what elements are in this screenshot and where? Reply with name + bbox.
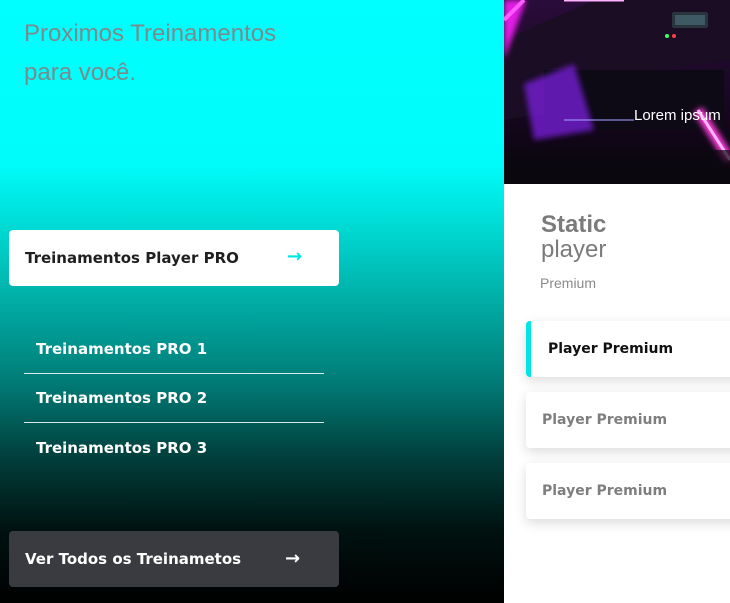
player-premium-card-3[interactable]: Player Premium [526,463,730,519]
card-label: Player Premium [548,341,674,357]
training-list: Treinamentos PRO 1 Treinamentos PRO 2 Tr… [24,325,324,472]
player-premium-card-1[interactable]: Player Premium [526,321,730,377]
card-label: Player Premium [542,483,668,499]
product-title-line2: player [541,236,607,263]
neon-device-photo [504,0,730,184]
list-item-label: Treinamentos PRO 2 [36,389,208,407]
hero-image: Lorem ipsum [504,0,730,184]
product-title-line1: Static [541,211,607,238]
view-all-label: Ver Todos os Treinametos [25,550,242,568]
arrow-right-icon: → [285,548,301,569]
view-all-trainings-button[interactable]: Ver Todos os Treinametos → [9,531,339,587]
product-title: Static player [541,212,711,262]
page-headline: Proximos Treinamentos para você. [24,20,277,86]
training-link-pro-3[interactable]: Treinamentos PRO 3 [24,423,324,472]
training-link-pro-2[interactable]: Treinamentos PRO 2 [24,374,324,423]
trainings-panel: Proximos Treinamentos para você. Treinam… [0,0,504,603]
product-subtitle: Premium [540,275,597,291]
player-premium-card-2[interactable]: Player Premium [526,392,730,448]
list-item-label: Treinamentos PRO 3 [36,438,208,457]
arrow-right-icon: → [287,246,303,267]
card-label: Player Premium [542,412,668,428]
training-link-pro-1[interactable]: Treinamentos PRO 1 [24,325,324,374]
cta-label: Treinamentos Player PRO [25,249,239,267]
list-item-label: Treinamentos PRO 1 [36,340,208,358]
hero-caption: Lorem ipsum [634,107,721,124]
player-pro-trainings-button[interactable]: Treinamentos Player PRO → [9,230,339,286]
